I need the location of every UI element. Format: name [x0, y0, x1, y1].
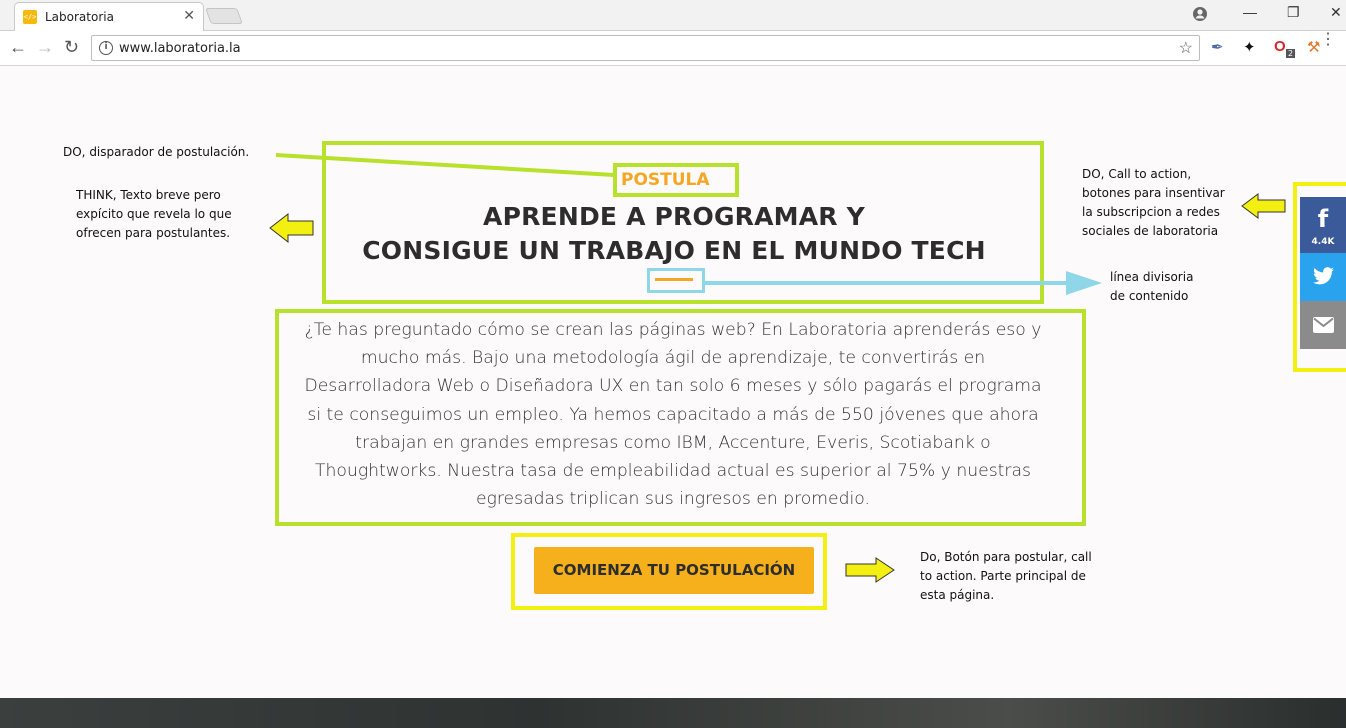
- url-text[interactable]: www.laboratoria.la: [119, 41, 241, 56]
- bookmark-star-icon[interactable]: ☆: [1179, 38, 1193, 58]
- note-line: botones para insentivar: [1082, 186, 1225, 200]
- tab-title: Laboratoria: [45, 10, 114, 24]
- content-divider: [655, 278, 693, 281]
- back-arrow-icon[interactable]: ←: [9, 37, 27, 58]
- opera-extension-icon[interactable]: O: [1274, 38, 1286, 55]
- paragraph-line: Desarrolladora Web o Diseñadora UX en ta…: [304, 376, 1042, 397]
- reload-icon[interactable]: ↻: [64, 37, 79, 58]
- twitter-icon: [1313, 267, 1334, 285]
- note-line: DO, Call to action,: [1082, 167, 1192, 181]
- note-divider: línea divisoria de contenido: [1110, 268, 1193, 306]
- browser-tab-bar: </> Laboratoria ✕ — ❐ ✕: [0, 0, 1346, 31]
- tab-close-icon[interactable]: ✕: [183, 7, 195, 24]
- laboratoria-favicon-icon: </>: [23, 10, 37, 24]
- page-headline: APRENDE A PROGRAMAR Y CONSIGUE UN TRABAJ…: [326, 200, 1022, 268]
- paragraph-line: Thoughtworks. Nuestra tasa de empleabili…: [315, 461, 1031, 482]
- note-line: THINK, Texto breve pero: [76, 188, 221, 202]
- note-think: THINK, Texto breve pero expícito que rev…: [76, 186, 232, 243]
- menu-icon[interactable]: ⋮: [1320, 32, 1336, 48]
- profile-icon[interactable]: [1192, 6, 1208, 22]
- arrow-left-icon: [1241, 193, 1286, 219]
- paragraph-line: egresadas triplican sus ingresos en prom…: [475, 489, 870, 510]
- note-line: ofrecen para postulantes.: [76, 226, 231, 240]
- forward-arrow-icon[interactable]: →: [36, 37, 54, 58]
- eyedropper-extension-icon[interactable]: ✒: [1211, 38, 1224, 56]
- note-line: sociales de laboratoria: [1082, 224, 1219, 238]
- arrow-right-icon: [845, 557, 895, 583]
- address-toolbar: ← → ↻ i www.laboratoria.la ☆ ✒ ✦ O 2 ⚒ ⋮: [0, 31, 1346, 66]
- email-share-button[interactable]: [1300, 301, 1346, 349]
- facebook-share-count: 4.4K: [1311, 237, 1335, 247]
- minimize-button[interactable]: —: [1243, 4, 1257, 20]
- paragraph-line: trabajan en grandes empresas como IBM, A…: [355, 432, 991, 453]
- email-icon: [1313, 317, 1334, 333]
- ninja-extension-icon[interactable]: ✦: [1243, 38, 1256, 56]
- note-do-trigger: DO, disparador de postulación.: [63, 145, 250, 159]
- note-line: Do, Botón para postular, call: [920, 550, 1092, 564]
- headline-line-2: CONSIGUE UN TRABAJO EN EL MUNDO TECH: [362, 236, 986, 265]
- twitter-share-button[interactable]: [1300, 253, 1346, 301]
- note-line: esta página.: [920, 588, 995, 602]
- note-line: expícito que revela lo que: [76, 207, 232, 221]
- note-button: Do, Botón para postular, call to action.…: [920, 548, 1092, 605]
- social-share-bar: f 4.4K: [1300, 197, 1346, 349]
- hammer-extension-icon[interactable]: ⚒: [1307, 38, 1320, 56]
- facebook-share-button[interactable]: f 4.4K: [1300, 197, 1346, 253]
- browser-tab[interactable]: </> Laboratoria ✕: [14, 2, 204, 31]
- extension-badge: 2: [1286, 49, 1296, 58]
- note-line: to action. Parte principal de: [920, 569, 1086, 583]
- start-application-button[interactable]: COMIENZA TU POSTULACIÓN: [534, 547, 814, 594]
- pointer-line: [275, 153, 615, 177]
- headline-line-1: APRENDE A PROGRAMAR Y: [483, 202, 865, 231]
- footer-image-strip: [0, 698, 1346, 728]
- note-line: de contenido: [1110, 289, 1189, 303]
- paragraph-line: ¿Te has preguntado cómo se crean las pág…: [304, 320, 1042, 340]
- intro-paragraph: ¿Te has preguntado cómo se crean las pág…: [283, 316, 1063, 513]
- paragraph-line: si te conseguimos un empleo. Ya hemos ca…: [307, 404, 1039, 425]
- new-tab-button[interactable]: [205, 8, 243, 24]
- divider-pointer-arrow: [704, 271, 1102, 295]
- note-cta-social: DO, Call to action, botones para insenti…: [1082, 165, 1225, 241]
- postula-label[interactable]: POSTULA: [621, 170, 710, 190]
- note-line: línea divisoria: [1110, 270, 1194, 284]
- restore-button[interactable]: ❐: [1287, 4, 1300, 21]
- arrow-left-icon: [269, 212, 314, 244]
- facebook-icon: f: [1317, 205, 1329, 233]
- address-bar[interactable]: i www.laboratoria.la ☆: [91, 35, 1200, 61]
- paragraph-line: mucho más. Bajo una metodología ágil de …: [360, 348, 986, 369]
- info-icon[interactable]: i: [99, 41, 113, 55]
- close-window-button[interactable]: ✕: [1330, 4, 1342, 21]
- note-line: la subscripcion a redes: [1082, 205, 1220, 219]
